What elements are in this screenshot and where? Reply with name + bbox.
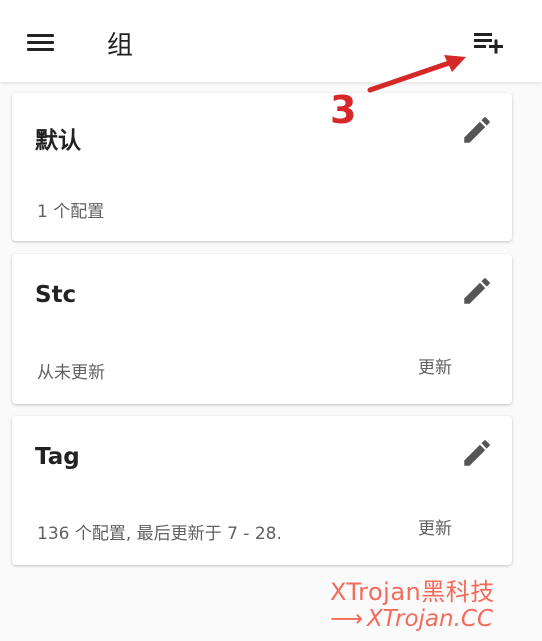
page-title: 组 <box>107 31 134 61</box>
group-name: Stc <box>35 282 77 308</box>
watermark-arrow: ⟶ <box>330 606 363 632</box>
menu-button[interactable] <box>22 27 60 57</box>
group-name: Tag <box>35 444 80 470</box>
watermark-url: XTrojan.CC <box>366 606 494 632</box>
annotation-step-number: 3 <box>330 88 357 132</box>
group-card-stc[interactable]: Stc 从未更新 更新 <box>12 254 512 404</box>
group-card-tag[interactable]: Tag 136 个配置, 最后更新于 7 - 28. 更新 <box>12 416 512 565</box>
edit-group-button[interactable] <box>460 436 494 470</box>
update-button[interactable]: 更新 <box>418 514 452 539</box>
pencil-icon <box>464 278 490 304</box>
annotation-arrow <box>367 55 466 93</box>
group-card-default[interactable]: 默认 1 个配置 <box>12 93 512 241</box>
pencil-icon <box>464 117 490 143</box>
pencil-icon <box>464 440 490 466</box>
group-subtitle: 1 个配置 <box>37 202 105 222</box>
group-subtitle: 从未更新 <box>37 363 105 383</box>
edit-group-button[interactable] <box>460 113 494 147</box>
watermark-line1: XTrojan黑科技 <box>330 578 495 606</box>
group-subtitle: 136 个配置, 最后更新于 7 - 28. <box>37 524 282 544</box>
app-screen: 组 默认 1 个配置 Stc 从未更新 更新 Tag 136 个配置, 最后更新… <box>0 0 542 641</box>
edit-group-button[interactable] <box>460 274 494 308</box>
update-button[interactable]: 更新 <box>418 353 452 378</box>
watermark-line2: ⟶ XTrojan.CC <box>330 606 493 632</box>
group-name: 默认 <box>35 128 81 154</box>
